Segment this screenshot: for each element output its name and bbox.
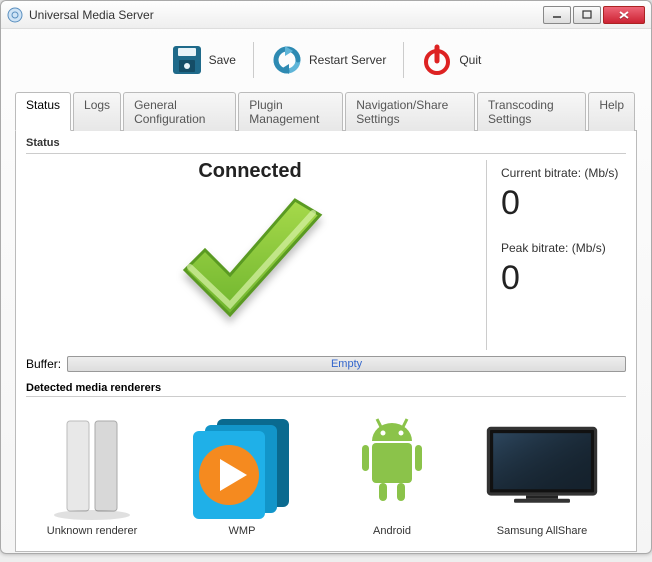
save-icon — [171, 44, 203, 76]
status-panel: Status Connected Current bitrate: (Mb/s) — [15, 131, 637, 552]
content: Save Restart Server Quit Status Logs Gen… — [1, 29, 651, 562]
tab-bar: Status Logs General Configuration Plugin… — [15, 91, 637, 131]
restart-icon — [271, 44, 303, 76]
app-icon — [7, 7, 23, 23]
checkmark-icon — [155, 185, 345, 350]
android-icon — [332, 411, 452, 521]
renderer-label: WMP — [229, 525, 256, 537]
status-row: Connected Current bitrate: (Mb/s) 0 Peak… — [26, 160, 626, 350]
renderers-list: Unknown renderer WMP Android — [26, 403, 626, 541]
buffer-row: Buffer: Empty — [26, 356, 626, 372]
renderer-item[interactable]: Android — [332, 411, 452, 537]
titlebar[interactable]: Universal Media Server — [1, 1, 651, 29]
buffer-label: Buffer: — [26, 357, 61, 371]
restart-label: Restart Server — [309, 53, 386, 67]
server-icon — [32, 411, 152, 521]
renderer-item[interactable]: Unknown renderer — [32, 411, 152, 537]
close-button[interactable] — [603, 6, 645, 24]
renderer-label: Android — [373, 525, 411, 537]
tab-status[interactable]: Status — [15, 92, 71, 131]
peak-bitrate-label: Peak bitrate: (Mb/s) — [501, 241, 626, 255]
tab-transcoding[interactable]: Transcoding Settings — [477, 92, 586, 131]
minimize-button[interactable] — [543, 6, 571, 24]
separator — [253, 42, 254, 78]
buffer-text: Empty — [331, 358, 362, 370]
restart-button[interactable]: Restart Server — [262, 39, 395, 81]
current-bitrate-value: 0 — [501, 184, 626, 223]
save-button[interactable]: Save — [162, 39, 245, 81]
divider — [26, 153, 626, 154]
tab-logs[interactable]: Logs — [73, 92, 121, 131]
quit-label: Quit — [459, 53, 481, 67]
separator — [403, 42, 404, 78]
toolbar: Save Restart Server Quit — [15, 35, 637, 87]
renderers-group-label: Detected media renderers — [26, 382, 626, 394]
save-label: Save — [209, 53, 236, 67]
app-window: Universal Media Server Save Restart Serv… — [0, 0, 652, 554]
tab-general[interactable]: General Configuration — [123, 92, 236, 131]
status-main: Connected — [26, 160, 474, 350]
window-title: Universal Media Server — [29, 8, 543, 22]
maximize-button[interactable] — [573, 6, 601, 24]
tv-icon — [482, 411, 602, 521]
divider — [26, 396, 626, 397]
tab-plugin[interactable]: Plugin Management — [238, 92, 343, 131]
tab-navigation[interactable]: Navigation/Share Settings — [345, 92, 475, 131]
renderer-label: Unknown renderer — [47, 525, 138, 537]
peak-bitrate-value: 0 — [501, 259, 626, 298]
renderer-label: Samsung AllShare — [497, 525, 588, 537]
current-bitrate-label: Current bitrate: (Mb/s) — [501, 166, 626, 180]
buffer-progress: Empty — [67, 356, 626, 372]
window-controls — [543, 6, 645, 24]
quit-button[interactable]: Quit — [412, 39, 490, 81]
renderer-item[interactable]: WMP — [182, 411, 302, 537]
power-icon — [421, 44, 453, 76]
tab-help[interactable]: Help — [588, 92, 635, 131]
wmp-icon — [182, 411, 302, 521]
status-group-label: Status — [26, 137, 626, 149]
connection-status: Connected — [26, 160, 474, 183]
bitrate-sidebar: Current bitrate: (Mb/s) 0 Peak bitrate: … — [486, 160, 626, 350]
renderer-item[interactable]: Samsung AllShare — [482, 411, 602, 537]
